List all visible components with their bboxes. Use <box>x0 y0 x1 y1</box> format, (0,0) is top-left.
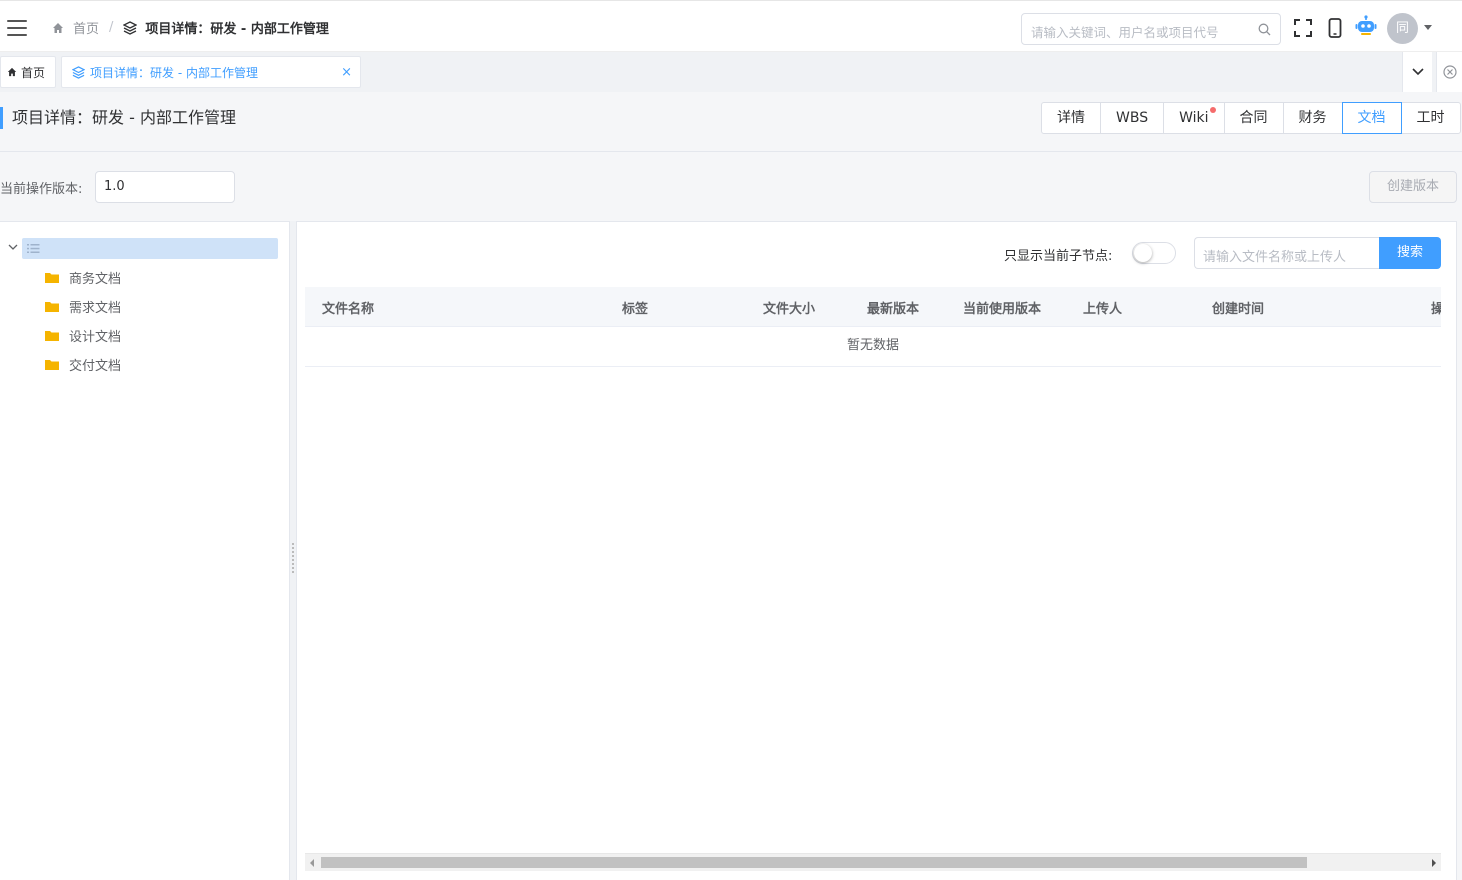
home-icon <box>7 67 17 77</box>
mobile-icon[interactable] <box>1325 18 1345 38</box>
tab-documents[interactable]: 文档 <box>1341 102 1402 134</box>
tab-contract-label: 合同 <box>1239 110 1268 126</box>
home-icon <box>53 22 63 33</box>
table-header: 文件名称 标签 文件大小 最新版本 当前使用版本 上传人 创建时间 操 <box>305 287 1441 327</box>
close-icon[interactable]: × <box>341 65 352 80</box>
top-header: 首页 / 项目详情：研发 - 内部工作管理 请输入关键词、用户名或项目代号 同 <box>0 0 1462 52</box>
breadcrumb-home[interactable]: 首页 <box>73 18 99 37</box>
tab-home[interactable]: 首页 <box>0 56 56 88</box>
file-search-input[interactable]: 请输入文件名称或上传人 <box>1194 237 1380 269</box>
tree-node-label: 商务文档 <box>69 272 122 287</box>
tree-node-business-docs[interactable]: 商务文档 <box>45 268 121 287</box>
create-version-button[interactable]: 创建版本 <box>1369 171 1457 203</box>
robot-assistant-icon[interactable] <box>1355 15 1377 37</box>
col-actions[interactable]: 操 <box>1431 298 1441 317</box>
folder-icon <box>45 302 59 312</box>
tabs-dropdown-button[interactable] <box>1402 52 1432 92</box>
panel-splitter[interactable] <box>289 221 297 880</box>
tab-documents-label: 文档 <box>1357 110 1386 126</box>
col-current-version[interactable]: 当前使用版本 <box>963 298 1041 317</box>
tab-home-label: 首页 <box>21 65 46 80</box>
tree-node-label: 需求文档 <box>69 301 122 316</box>
table-empty-row: 暂无数据 <box>305 327 1441 367</box>
folder-tree-panel <box>0 221 289 880</box>
tree-node-design-docs[interactable]: 设计文档 <box>45 326 121 345</box>
divider <box>0 151 1462 152</box>
drag-handle-icon[interactable] <box>292 543 294 573</box>
menu-toggle-icon[interactable] <box>7 20 27 36</box>
version-input[interactable]: 1.0 <box>95 171 235 203</box>
list-icon <box>27 244 40 253</box>
tab-timesheet[interactable]: 工时 <box>1400 102 1461 134</box>
page-title: 项目详情：研发 - 内部工作管理 <box>0 107 236 129</box>
tab-project-detail[interactable]: 项目详情：研发 - 内部工作管理 × <box>61 56 361 88</box>
tab-wbs[interactable]: WBS <box>1100 102 1165 134</box>
tab-finance-label: 财务 <box>1298 110 1327 126</box>
folder-icon <box>45 273 59 283</box>
scrollbar-thumb[interactable] <box>321 857 1307 868</box>
tab-details-label: 详情 <box>1057 110 1085 126</box>
horizontal-scrollbar[interactable] <box>305 853 1441 871</box>
global-search-input[interactable]: 请输入关键词、用户名或项目代号 <box>1021 13 1281 45</box>
tab-wiki-label: Wiki <box>1179 110 1209 126</box>
circle-close-icon <box>1442 65 1457 79</box>
version-label: 当前操作版本: <box>0 182 83 197</box>
folder-icon <box>45 360 59 370</box>
tab-wiki[interactable]: Wiki <box>1163 102 1225 134</box>
search-icon[interactable] <box>1258 23 1271 36</box>
close-all-tabs-button[interactable] <box>1436 52 1462 92</box>
layers-icon <box>123 20 138 35</box>
layers-icon <box>72 65 85 79</box>
col-file-name[interactable]: 文件名称 <box>322 298 374 317</box>
switch-knob <box>1134 244 1152 262</box>
tab-details[interactable]: 详情 <box>1041 102 1101 134</box>
toggle-label: 只显示当前子节点: <box>1004 249 1113 264</box>
scroll-right-arrow-icon[interactable] <box>1432 859 1436 867</box>
tree-node-delivery-docs[interactable]: 交付文档 <box>45 355 121 374</box>
file-search-placeholder: 请输入文件名称或上传人 <box>1203 250 1347 265</box>
breadcrumb-current: 项目详情：研发 - 内部工作管理 <box>145 22 329 37</box>
folder-icon <box>45 331 59 341</box>
col-latest-version[interactable]: 最新版本 <box>867 298 919 317</box>
fullscreen-icon[interactable] <box>1293 18 1313 38</box>
project-section-tabs: 详情 WBS Wiki 合同 财务 文档 工时 <box>1041 102 1461 134</box>
chevron-down-icon[interactable] <box>8 243 18 251</box>
breadcrumb-separator: / <box>109 20 114 35</box>
user-menu-caret-icon[interactable] <box>1424 25 1432 30</box>
col-created-time[interactable]: 创建时间 <box>1212 298 1264 317</box>
tree-node-label: 交付文档 <box>69 359 122 374</box>
tree-node-requirement-docs[interactable]: 需求文档 <box>45 297 121 316</box>
tab-project-label: 项目详情：研发 - 内部工作管理 <box>90 65 258 80</box>
col-file-size[interactable]: 文件大小 <box>763 298 815 317</box>
global-search-placeholder: 请输入关键词、用户名或项目代号 <box>1031 25 1219 40</box>
tab-wbs-label: WBS <box>1116 110 1149 126</box>
scroll-left-arrow-icon[interactable] <box>310 859 314 867</box>
search-button[interactable]: 搜索 <box>1379 237 1441 269</box>
current-node-only-switch[interactable] <box>1132 242 1176 264</box>
user-avatar[interactable]: 同 <box>1387 13 1418 44</box>
tab-contract[interactable]: 合同 <box>1223 102 1284 134</box>
tab-finance[interactable]: 财务 <box>1282 102 1343 134</box>
tabs-bar: 首页 项目详情：研发 - 内部工作管理 × <box>0 52 1462 92</box>
tree-node-label: 设计文档 <box>69 330 122 345</box>
chevron-down-icon <box>1411 68 1424 76</box>
tree-root-node[interactable] <box>22 238 278 259</box>
col-tags[interactable]: 标签 <box>622 298 648 317</box>
notice-dot <box>1209 107 1216 113</box>
tab-timesheet-label: 工时 <box>1416 110 1445 126</box>
col-uploader[interactable]: 上传人 <box>1083 298 1122 317</box>
breadcrumb: 首页 / 项目详情：研发 - 内部工作管理 <box>52 18 329 37</box>
